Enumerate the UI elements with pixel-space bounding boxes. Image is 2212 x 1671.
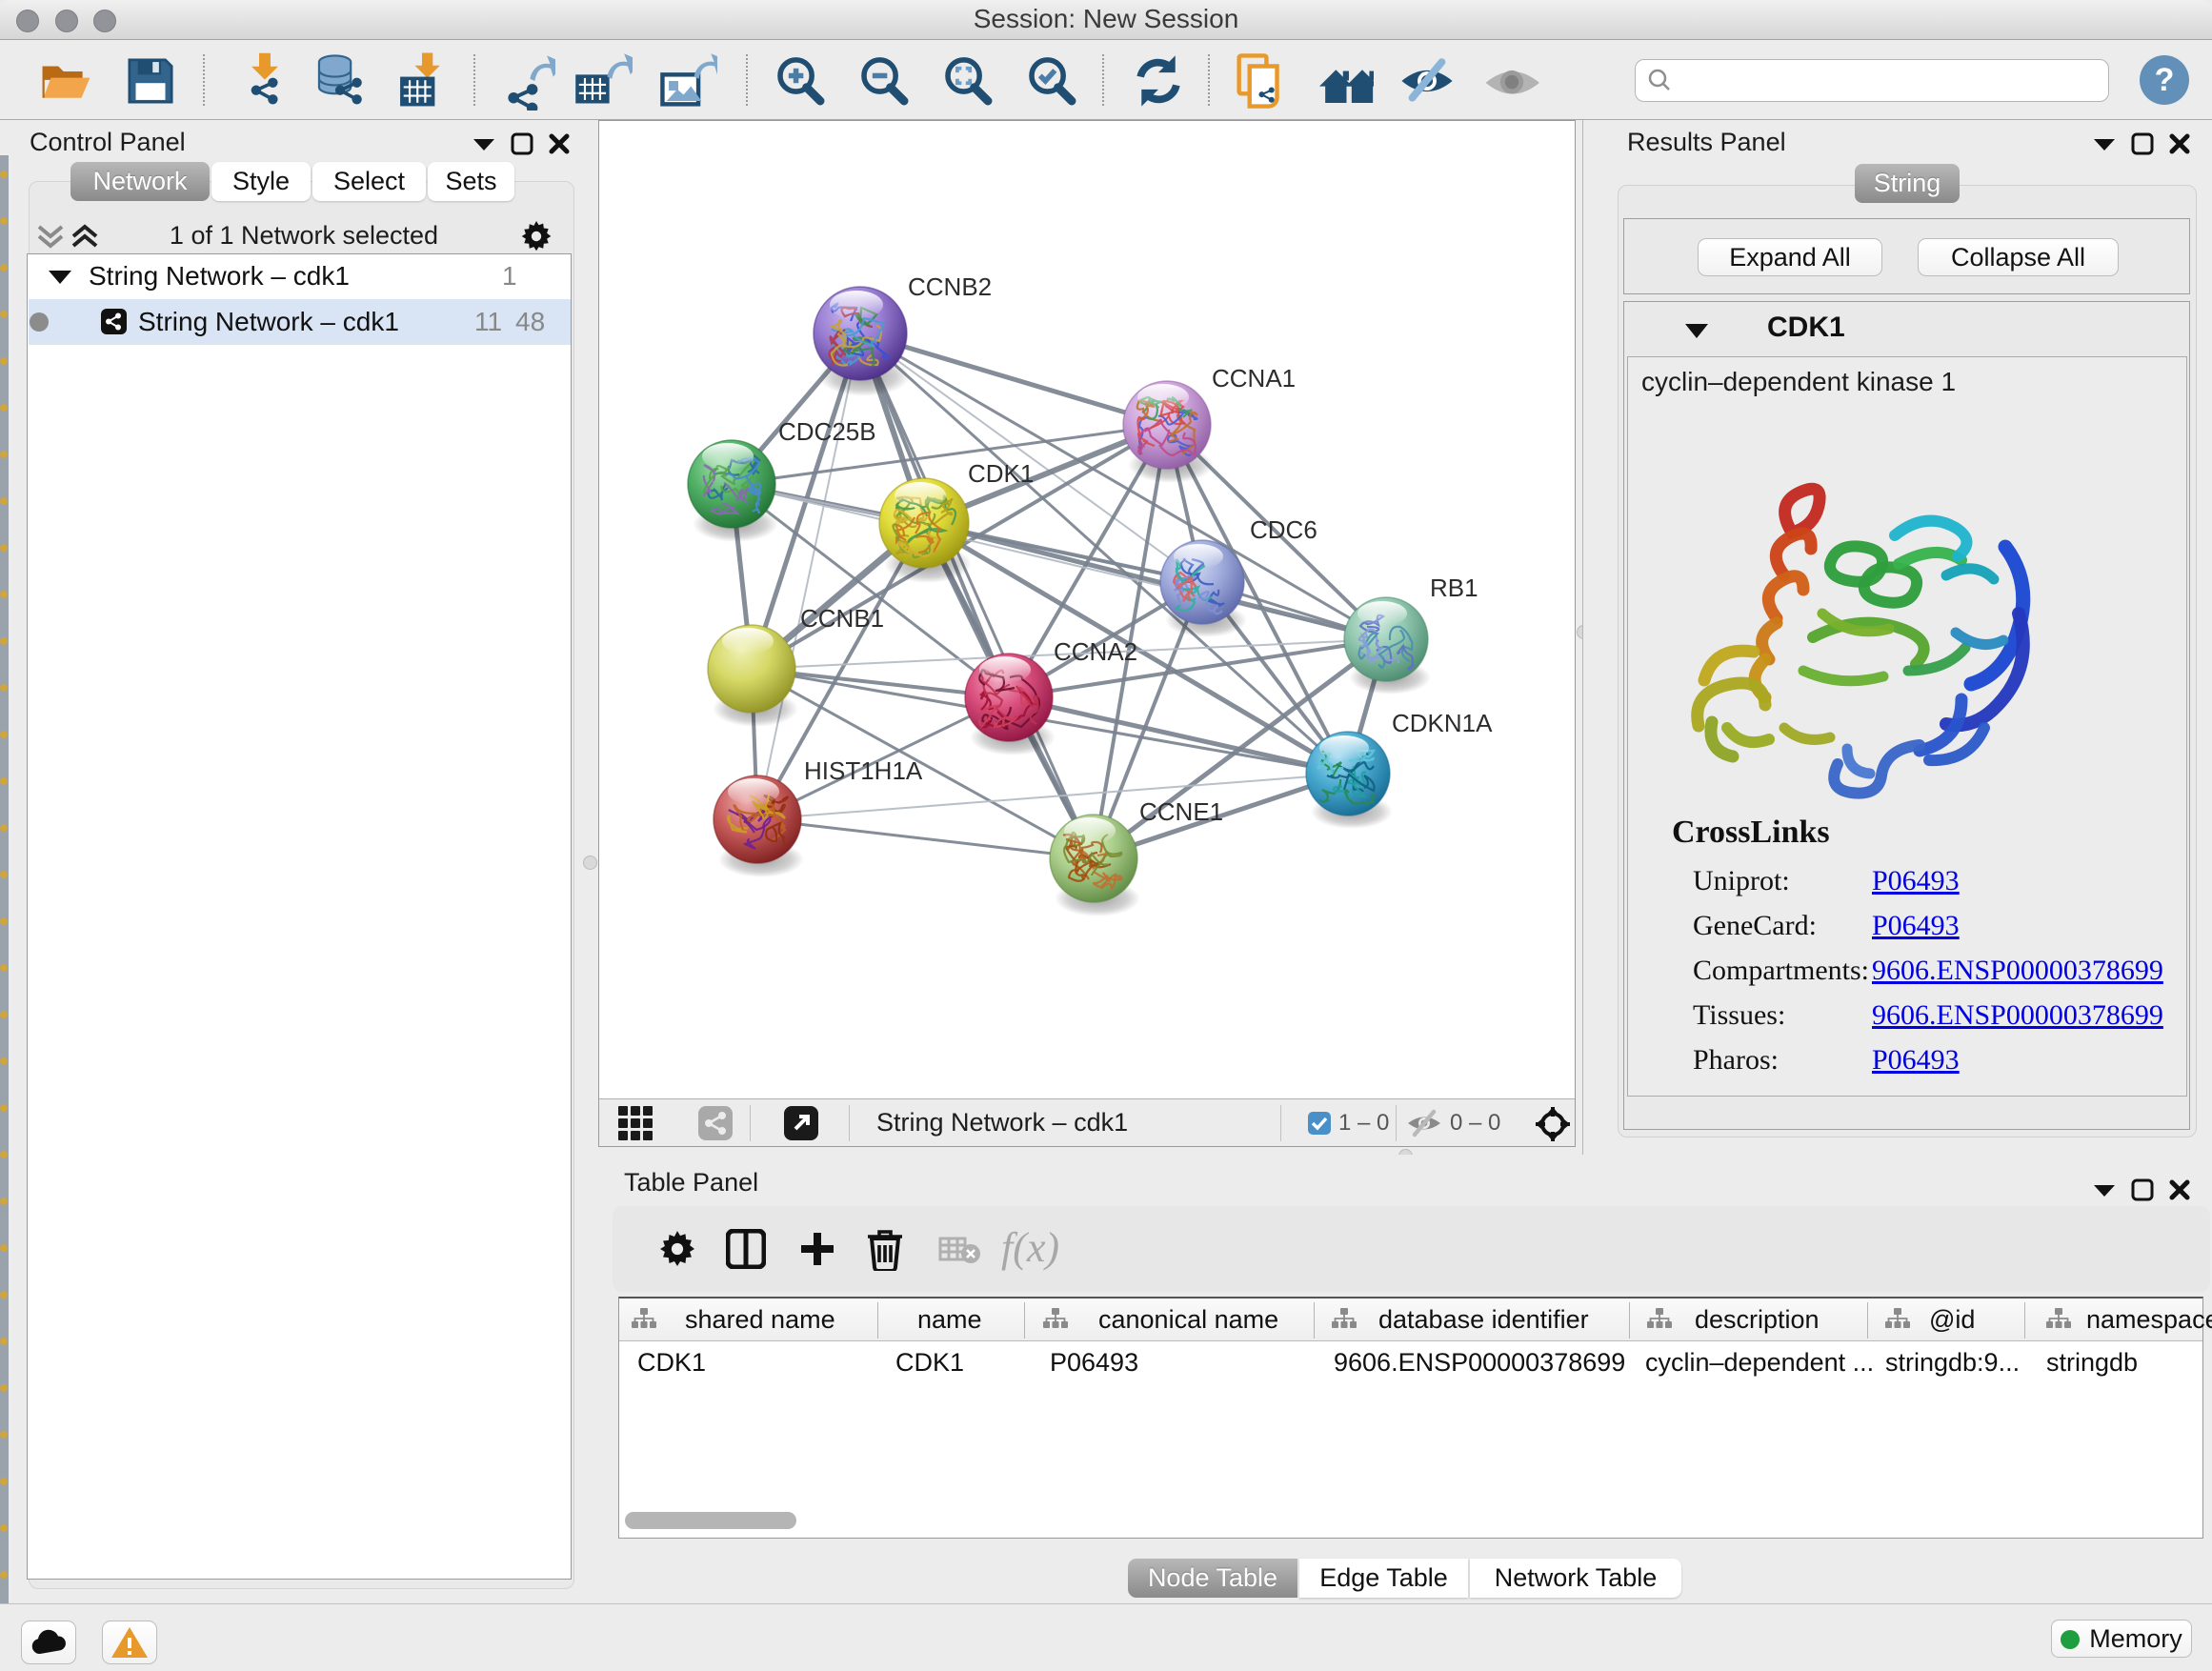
svg-text:CCNB1: CCNB1 bbox=[800, 604, 884, 633]
svg-text:CCNA1: CCNA1 bbox=[1212, 364, 1296, 393]
svg-text:CDC6: CDC6 bbox=[1250, 515, 1317, 544]
svg-text:CCNA2: CCNA2 bbox=[1054, 637, 1137, 666]
svg-text:HIST1H1A: HIST1H1A bbox=[804, 756, 923, 785]
svg-text:CCNE1: CCNE1 bbox=[1139, 797, 1223, 826]
svg-text:CDKN1A: CDKN1A bbox=[1392, 709, 1493, 737]
svg-text:RB1: RB1 bbox=[1430, 574, 1478, 602]
svg-text:CDK1: CDK1 bbox=[968, 459, 1034, 488]
svg-text:CCNB2: CCNB2 bbox=[908, 272, 992, 301]
svg-text:CDC25B: CDC25B bbox=[778, 417, 876, 446]
